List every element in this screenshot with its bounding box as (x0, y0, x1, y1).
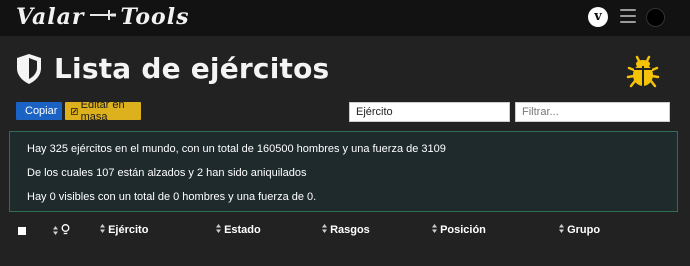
summary-alert: Hay 325 ejércitos en el mundo, con un to… (9, 131, 678, 212)
sort-icon (216, 224, 221, 233)
copy-button[interactable]: Copiar (16, 102, 62, 120)
filter-input[interactable] (515, 102, 670, 122)
column-header-position-label: Posición (440, 224, 486, 236)
column-header-group[interactable]: Grupo (559, 224, 600, 236)
table-header: Ejército Estado Rasgos Posición Grupo (0, 224, 690, 242)
sort-icon (432, 224, 437, 233)
summary-total: Hay 325 ejércitos en el mundo, con un to… (27, 143, 446, 155)
navbar: Valar Tools v (0, 0, 690, 36)
lightbulb-icon (61, 224, 70, 235)
shield-icon (17, 53, 41, 84)
sort-icon (53, 226, 58, 235)
bug-icon[interactable] (626, 52, 660, 88)
sort-icon (100, 224, 105, 233)
brand-left: Valar (16, 4, 85, 30)
vivaldi-icon[interactable]: v (588, 7, 608, 27)
column-header-traits-label: Rasgos (330, 224, 370, 236)
avatar[interactable] (646, 8, 665, 27)
brand-right: Tools (120, 4, 190, 30)
column-header-traits[interactable]: Rasgos (322, 224, 370, 236)
summary-visible: Hay 0 visibles con un total de 0 hombres… (27, 191, 317, 203)
page-title: Lista de ejércitos (54, 52, 330, 85)
brand-logo[interactable]: Valar Tools (16, 3, 189, 31)
edit-icon (71, 107, 78, 115)
column-select-value: Ejército (356, 106, 393, 118)
column-header-position[interactable]: Posición (432, 224, 486, 236)
select-all-checkbox[interactable] (18, 227, 26, 235)
copy-button-label: Copiar (25, 105, 58, 117)
page-header: Lista de ejércitos (16, 52, 329, 85)
column-header-state[interactable]: Estado (216, 224, 261, 236)
bulk-edit-button-label: Editar en masa (80, 99, 125, 123)
column-header-state-label: Estado (224, 224, 261, 236)
column-header-group-label: Grupo (567, 224, 601, 236)
bulk-edit-button[interactable]: Editar en masa (65, 99, 141, 123)
hamburger-menu-icon[interactable] (620, 9, 636, 25)
sort-icon (559, 224, 564, 233)
column-header-icon[interactable] (53, 224, 70, 238)
column-header-army-label: Ejército (108, 224, 149, 236)
summary-status: De los cuales 107 están alzados y 2 han … (27, 167, 307, 179)
sword-icon (89, 8, 117, 26)
sort-icon (322, 224, 327, 233)
column-header-army[interactable]: Ejército (100, 224, 148, 236)
column-select[interactable]: Ejército (349, 102, 510, 122)
